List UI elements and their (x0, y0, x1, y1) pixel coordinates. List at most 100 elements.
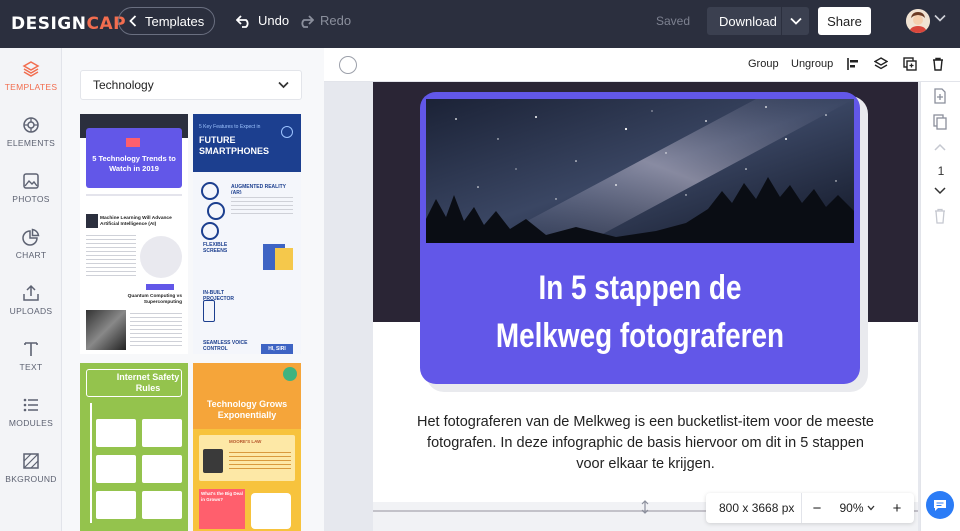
thumb-title: FUTURE SMARTPHONES (199, 135, 270, 156)
rail-item-uploads[interactable]: UPLOADS (0, 284, 62, 316)
rail-label: PHOTOS (12, 194, 50, 204)
color-picker-button[interactable] (339, 56, 357, 74)
rail-item-modules[interactable]: MODULES (0, 396, 62, 428)
redo-icon (301, 14, 314, 28)
thumb-phone-image (275, 248, 293, 270)
share-button[interactable]: Share (818, 7, 871, 35)
thumb-subtitle: What's the Big Deal in Grows? (201, 491, 243, 502)
thumb-rule-card (142, 419, 182, 447)
thumb-gear-image (251, 493, 291, 529)
thumb-number-badge (86, 214, 98, 228)
back-to-templates-button[interactable]: Templates (118, 7, 215, 35)
thumb-title: Technology Grows Exponentially (206, 399, 288, 420)
delete-page-icon[interactable] (933, 208, 947, 224)
zoom-bar: 800 x 3668 px − 90% + (706, 493, 914, 523)
upload-icon (23, 284, 39, 301)
thumb-feature: FLEXIBLE SCREENS (203, 242, 228, 254)
redo-button[interactable]: Redo (298, 13, 351, 28)
milky-way-image (426, 99, 854, 243)
rail-item-templates[interactable]: TEMPLATES (0, 60, 62, 92)
category-select[interactable]: Technology (80, 70, 302, 100)
group-button[interactable]: Group (748, 58, 779, 70)
undo-label: Undo (258, 13, 290, 28)
rail-item-background[interactable]: BKGROUND (0, 452, 62, 484)
headline[interactable]: In 5 stappen de Melkweg fotograferen (460, 264, 821, 360)
milky-way-photo[interactable] (426, 99, 854, 243)
photo-icon (23, 173, 39, 189)
thumb-circle-node (207, 202, 225, 220)
modules-icon (23, 398, 38, 412)
zoom-level-select[interactable]: 90% (832, 501, 882, 515)
layers-icon (22, 61, 40, 77)
canvas-toolbar: Group Ungroup (324, 48, 960, 82)
saved-status: Saved (656, 14, 691, 28)
rail-item-photos[interactable]: PHOTOS (0, 172, 62, 204)
thumb-rule-card (96, 455, 136, 483)
intro-text[interactable]: Het fotograferen van de Melkweg is een b… (413, 412, 878, 475)
thumb-text-lines (130, 310, 182, 346)
thumb-feature: SEAMLESS VOICE CONTROL (203, 340, 248, 352)
undo-icon (236, 14, 249, 28)
page-actions-rail: 1 (920, 82, 960, 531)
layers-icon[interactable] (874, 57, 888, 71)
thumb-title: 5 Technology Trends to Watch in 2019 (92, 154, 176, 173)
thumb-label-chip (146, 284, 174, 290)
design-page[interactable]: In 5 stappen de Melkweg fotograferen Het… (373, 82, 918, 502)
rail-label: ELEMENTS (6, 138, 56, 148)
thumb-subtitle: Quantum Computing vs Supercomputing (127, 294, 182, 305)
trash-icon[interactable] (931, 57, 945, 71)
zoom-out-button[interactable]: − (802, 500, 832, 517)
thumb-subtitle: MOORE'S LAW (229, 439, 262, 444)
download-button[interactable]: Download (707, 7, 809, 35)
thumb-rule-card (142, 491, 182, 519)
chevron-down-icon (867, 505, 875, 511)
rail-item-elements[interactable]: ELEMENTS (0, 116, 62, 148)
page-resize-handle-icon[interactable] (640, 500, 650, 514)
chevron-left-icon (129, 15, 137, 27)
rail-item-chart[interactable]: CHART (0, 228, 62, 260)
title-card[interactable]: In 5 stappen de Melkweg fotograferen (420, 92, 860, 384)
category-value: Technology (93, 78, 154, 92)
designcap-logo[interactable]: DESIGNCAP (11, 14, 126, 34)
duplicate-icon[interactable] (903, 57, 917, 71)
align-icon[interactable] (846, 57, 860, 71)
left-tool-rail: TEMPLATES ELEMENTS PHOTOS CHART UPLOADS … (0, 48, 62, 531)
avatar-icon (906, 9, 930, 33)
canvas-dimensions: 800 x 3668 px (719, 501, 795, 515)
thumb-text-lines (86, 232, 136, 276)
template-thumb-internet-safety[interactable]: Internet Safety Rules (80, 363, 188, 531)
back-button-label: Templates (145, 13, 205, 29)
chevron-down-icon[interactable] (933, 186, 947, 196)
zoom-value: 90% (839, 501, 864, 515)
user-avatar[interactable] (906, 9, 930, 33)
thumb-tag: HI, SIRI (261, 344, 293, 354)
chevron-up-icon[interactable] (933, 142, 947, 152)
zoom-in-button[interactable]: + (882, 500, 912, 517)
thumb-circle-node (201, 222, 219, 240)
redo-label: Redo (320, 13, 352, 28)
rail-item-text[interactable]: TEXT (0, 340, 62, 372)
ungroup-button[interactable]: Ungroup (791, 58, 833, 70)
template-thumb-smartphones[interactable]: 5 Key Features to Expect in FUTURE SMART… (193, 114, 301, 354)
download-options-button[interactable] (782, 17, 809, 25)
undo-button[interactable]: Undo (236, 13, 289, 28)
chat-button[interactable] (926, 491, 954, 519)
account-menu-chevron-icon[interactable] (934, 14, 946, 22)
rail-label: UPLOADS (9, 306, 53, 316)
thumb-chip-image (86, 310, 126, 350)
headline-line-2: Melkweg fotograferen (495, 317, 785, 355)
thumb-title: Internet Safety Rules (116, 372, 180, 393)
rail-label: CHART (15, 250, 47, 260)
template-thumb-tech-grows[interactable]: Technology Grows Exponentially MOORE'S L… (193, 363, 301, 531)
elements-icon (23, 117, 39, 133)
thumb-subtitle: Machine Learning Will Advance Artificial… (100, 216, 172, 227)
thumb-phone-outline (203, 300, 215, 322)
rail-label: TEXT (19, 362, 43, 372)
laptop-icon (126, 138, 140, 147)
phone-icon (281, 126, 293, 138)
template-thumb-tech-trends[interactable]: 5 Technology Trends to Watch in 2019 Mac… (80, 114, 188, 354)
duplicate-page-icon[interactable] (933, 114, 947, 130)
add-page-icon[interactable] (933, 88, 947, 104)
page-number: 1 (937, 164, 945, 178)
thumb-circle-node (201, 182, 219, 200)
